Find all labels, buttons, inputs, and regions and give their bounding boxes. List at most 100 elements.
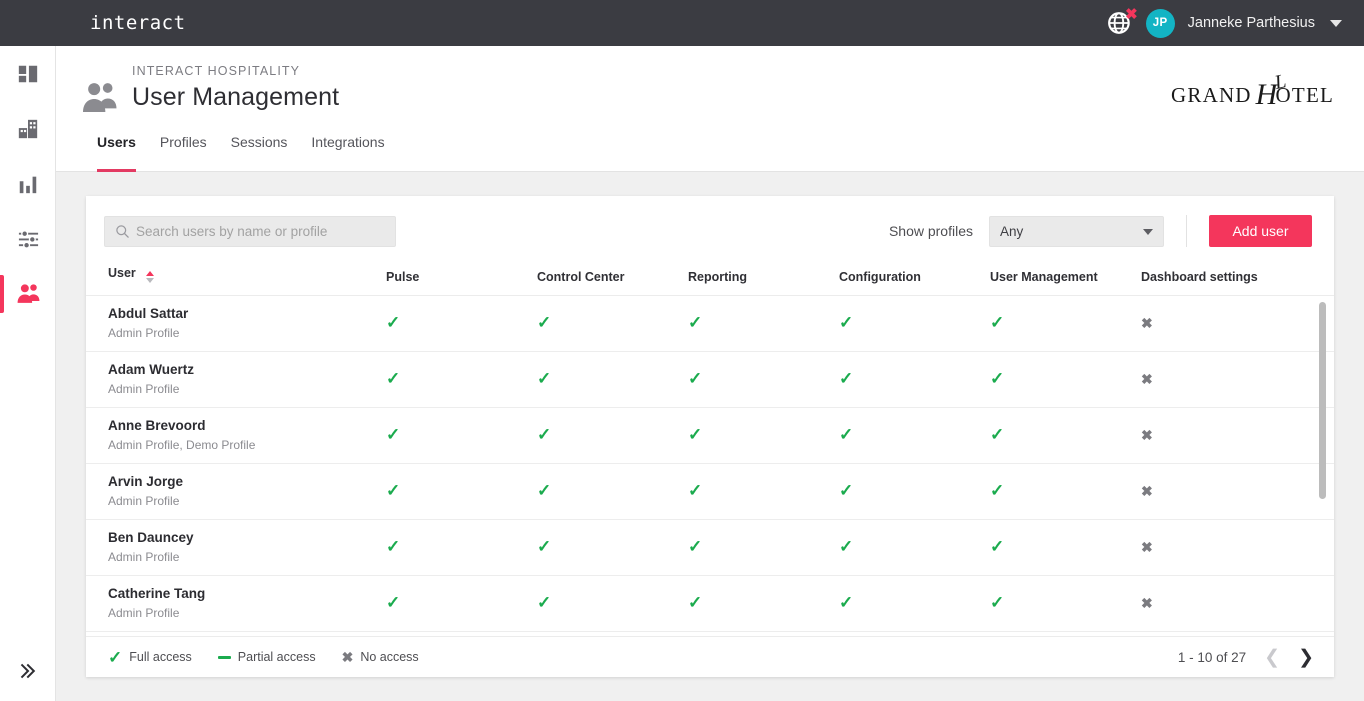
check-icon: ✓ bbox=[839, 593, 853, 612]
access-cell-configuration: ✓ bbox=[839, 520, 990, 576]
double-chevron-right-icon bbox=[18, 661, 38, 681]
kebab-menu-icon[interactable]: ••• bbox=[1329, 540, 1334, 555]
tab-users[interactable]: Users bbox=[85, 133, 148, 171]
sidebar-item-dashboard[interactable] bbox=[0, 46, 56, 101]
kebab-menu-icon[interactable]: ••• bbox=[1329, 428, 1334, 443]
access-cell-pulse: ✓ bbox=[386, 296, 537, 352]
user-profile: Admin Profile bbox=[108, 550, 386, 565]
user-cell: Abdul Sattar Admin Profile bbox=[86, 296, 386, 352]
sort-desc-icon bbox=[146, 278, 154, 283]
avatar[interactable]: JP bbox=[1146, 9, 1175, 38]
access-cell-configuration: ✓ bbox=[839, 352, 990, 408]
sidebar-item-users[interactable] bbox=[0, 266, 56, 321]
column-header-dashboard-settings: Dashboard settings bbox=[1141, 266, 1329, 296]
check-icon: ✓ bbox=[688, 425, 702, 444]
user-name: Anne Brevoord bbox=[108, 418, 386, 435]
column-header-user-management: User Management bbox=[990, 266, 1141, 296]
cross-icon: ✖ bbox=[342, 650, 354, 664]
access-cell-reporting: ✓ bbox=[688, 464, 839, 520]
hotel-logo-pre: GRAND bbox=[1171, 83, 1252, 108]
pagination-count: 1 - 10 of 27 bbox=[1178, 650, 1246, 665]
user-name: Abdul Sattar bbox=[108, 306, 386, 323]
access-cell-reporting: ✓ bbox=[688, 520, 839, 576]
access-cell-control-center: ✓ bbox=[537, 520, 688, 576]
sort-asc-icon bbox=[146, 271, 154, 276]
hotel-logo-h: H bbox=[1256, 78, 1279, 112]
check-icon: ✓ bbox=[537, 537, 551, 556]
row-actions-cell[interactable]: ••• bbox=[1329, 352, 1334, 408]
sidebar-item-buildings[interactable] bbox=[0, 101, 56, 156]
tab-sessions[interactable]: Sessions bbox=[219, 133, 300, 171]
chevron-down-icon[interactable] bbox=[1330, 20, 1342, 27]
sidebar-item-settings[interactable] bbox=[0, 211, 56, 266]
column-header-user[interactable]: User bbox=[86, 266, 386, 296]
profile-filter-select[interactable]: Any bbox=[989, 216, 1164, 247]
users-table: User Pulse Control Center Reporting Conf… bbox=[86, 266, 1334, 632]
row-actions-cell[interactable]: ••• bbox=[1329, 576, 1334, 632]
column-header-actions bbox=[1329, 266, 1334, 296]
table-row[interactable]: Catherine TangAdmin Profile✓✓✓✓✓✖••• bbox=[86, 576, 1334, 632]
check-icon: ✓ bbox=[537, 425, 551, 444]
access-cell-user-management: ✓ bbox=[990, 520, 1141, 576]
kebab-menu-icon[interactable]: ••• bbox=[1329, 316, 1334, 331]
user-cell: Ben Dauncey Admin Profile bbox=[86, 520, 386, 576]
chevron-left-icon[interactable]: ❮ bbox=[1264, 648, 1280, 667]
tab-users-label: Users bbox=[97, 133, 136, 150]
sort-toggle-icon[interactable] bbox=[146, 271, 154, 283]
access-cell-dashboard-settings: ✖ bbox=[1141, 408, 1329, 464]
access-cell-dashboard-settings: ✖ bbox=[1141, 296, 1329, 352]
check-icon: ✓ bbox=[990, 481, 1004, 500]
user-profile: Admin Profile bbox=[108, 326, 386, 341]
connection-status-button[interactable]: ✖ bbox=[1107, 10, 1133, 36]
card-footer: ✓ Full access Partial access ✖ No access… bbox=[86, 636, 1334, 677]
chevron-right-icon[interactable]: ❯ bbox=[1298, 648, 1314, 667]
add-user-button[interactable]: Add user bbox=[1209, 215, 1312, 247]
row-actions-cell[interactable]: ••• bbox=[1329, 408, 1334, 464]
dash-icon bbox=[218, 656, 231, 659]
kebab-menu-icon[interactable]: ••• bbox=[1329, 372, 1334, 387]
table-row[interactable]: Adam WuertzAdmin Profile✓✓✓✓✓✖••• bbox=[86, 352, 1334, 408]
search-box[interactable] bbox=[104, 216, 396, 247]
check-icon: ✓ bbox=[990, 537, 1004, 556]
access-cell-pulse: ✓ bbox=[386, 408, 537, 464]
building-icon bbox=[17, 118, 39, 140]
cross-icon: ✖ bbox=[1141, 315, 1153, 331]
sidebar-item-analytics[interactable] bbox=[0, 156, 56, 211]
table-scrollbar[interactable] bbox=[1319, 302, 1326, 636]
tab-profiles[interactable]: Profiles bbox=[148, 133, 219, 171]
dashboard-grid-icon bbox=[17, 63, 39, 85]
tab-profiles-label: Profiles bbox=[160, 133, 207, 150]
breadcrumb: INTERACT HOSPITALITY bbox=[132, 64, 339, 78]
users-table-body: Abdul SattarAdmin Profile✓✓✓✓✓✖•••Adam W… bbox=[86, 296, 1334, 632]
access-cell-user-management: ✓ bbox=[990, 296, 1141, 352]
cross-icon: ✖ bbox=[1141, 595, 1153, 611]
table-row[interactable]: Arvin JorgeAdmin Profile✓✓✓✓✓✖••• bbox=[86, 464, 1334, 520]
legend-full-access: ✓ Full access bbox=[108, 649, 192, 666]
row-actions-cell[interactable]: ••• bbox=[1329, 464, 1334, 520]
user-profile: Admin Profile, Demo Profile bbox=[108, 438, 386, 453]
sidebar-expand-button[interactable] bbox=[0, 649, 56, 693]
check-icon: ✓ bbox=[386, 593, 400, 612]
page-header: INTERACT HOSPITALITY User Management GRA… bbox=[56, 46, 1364, 133]
table-scrollbar-thumb[interactable] bbox=[1319, 302, 1326, 499]
search-input[interactable] bbox=[136, 224, 395, 239]
kebab-menu-icon[interactable]: ••• bbox=[1329, 596, 1334, 611]
access-cell-pulse: ✓ bbox=[386, 464, 537, 520]
access-cell-configuration: ✓ bbox=[839, 576, 990, 632]
table-row[interactable]: Ben DaunceyAdmin Profile✓✓✓✓✓✖••• bbox=[86, 520, 1334, 576]
table-row[interactable]: Anne Brevoord Admin Profile, Demo Profile… bbox=[86, 408, 1334, 464]
check-icon: ✓ bbox=[990, 313, 1004, 332]
row-actions-cell[interactable]: ••• bbox=[1329, 296, 1334, 352]
kebab-menu-icon[interactable]: ••• bbox=[1329, 484, 1334, 499]
tab-integrations[interactable]: Integrations bbox=[299, 133, 396, 171]
table-row[interactable]: Abdul SattarAdmin Profile✓✓✓✓✓✖••• bbox=[86, 296, 1334, 352]
show-profiles-label: Show profiles bbox=[889, 223, 973, 239]
user-name: Ben Dauncey bbox=[108, 530, 386, 547]
users-icon bbox=[16, 281, 41, 306]
chevron-down-icon bbox=[1143, 229, 1153, 235]
profile-filter-value: Any bbox=[1000, 224, 1023, 239]
row-actions-cell[interactable]: ••• bbox=[1329, 520, 1334, 576]
access-cell-dashboard-settings: ✖ bbox=[1141, 464, 1329, 520]
user-cell: Catherine TangAdmin Profile bbox=[86, 576, 386, 632]
user-cell: Anne Brevoord Admin Profile, Demo Profile bbox=[86, 408, 386, 464]
